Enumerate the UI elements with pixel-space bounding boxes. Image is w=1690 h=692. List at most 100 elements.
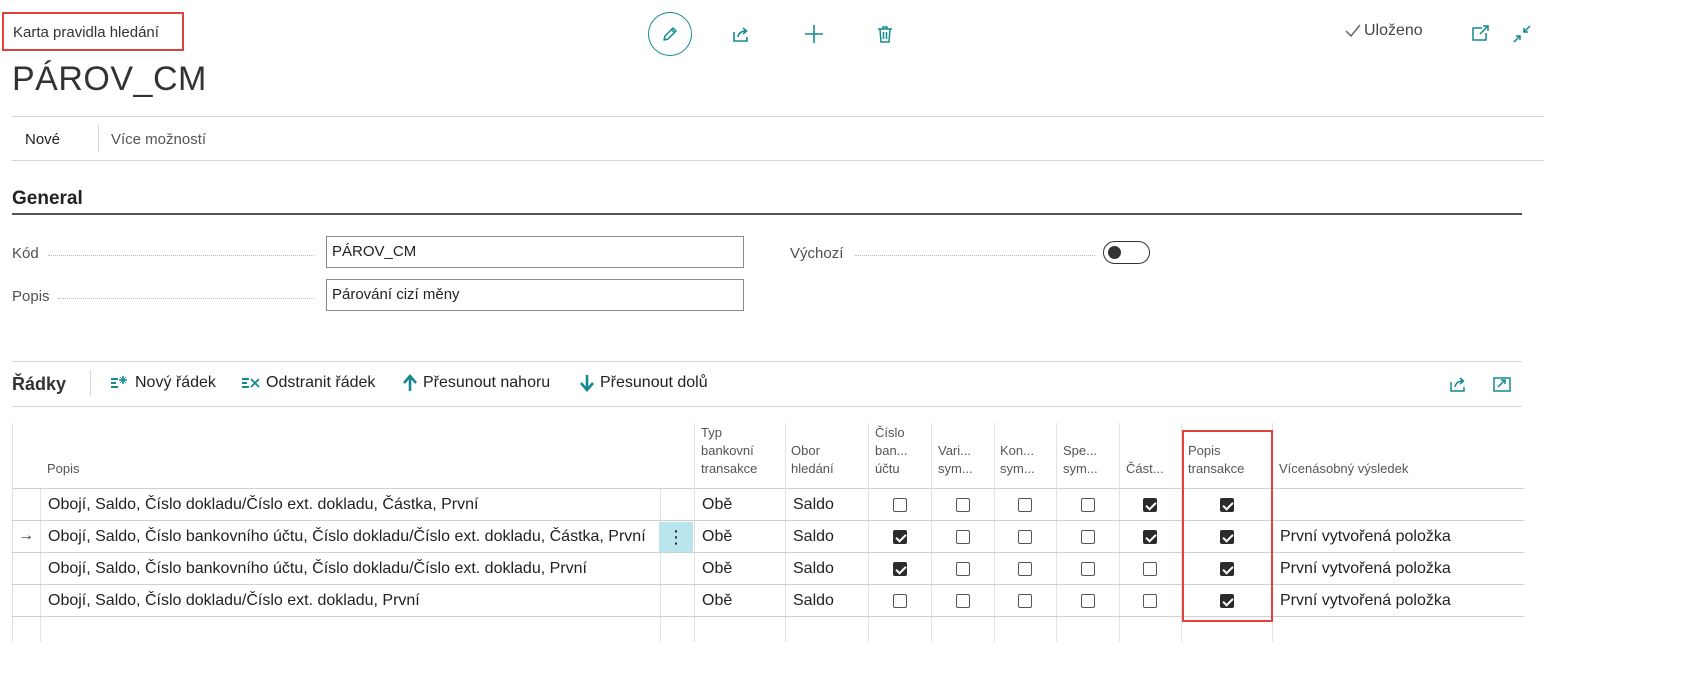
- popis-leader-dots: [58, 298, 314, 299]
- cell-vicenasobny[interactable]: První vytvořená položka: [1280, 528, 1451, 546]
- cell-popis[interactable]: Obojí, Saldo, Číslo dokladu/Číslo ext. d…: [48, 496, 478, 514]
- checkbox-vari[interactable]: [956, 530, 970, 544]
- cell-obor[interactable]: Saldo: [793, 528, 834, 546]
- col-header-popis[interactable]: Popis: [47, 460, 80, 478]
- delete-line-button[interactable]: Odstranit řádek: [241, 374, 375, 392]
- more-options-action[interactable]: Více možností: [111, 131, 206, 148]
- page-title: PÁROV_CM: [12, 60, 207, 98]
- vychozi-label: Výchozí: [790, 245, 844, 262]
- checkbox-castka[interactable]: [1143, 498, 1157, 512]
- general-section-line: [12, 213, 1522, 215]
- checkbox-cislo-uctu[interactable]: [893, 562, 907, 576]
- open-new-window-button[interactable]: [1468, 22, 1492, 46]
- checkbox-kon[interactable]: [1018, 498, 1032, 512]
- header-line: Kon...: [1000, 443, 1034, 458]
- checkbox-kon[interactable]: [1018, 562, 1032, 576]
- checkbox-spe[interactable]: [1081, 594, 1095, 608]
- header-text: Popis: [47, 461, 80, 476]
- table-row-selected[interactable]: → Obojí, Saldo, Číslo bankovního účtu, Č…: [12, 521, 1524, 553]
- edit-button[interactable]: [648, 12, 692, 56]
- lines-bottom-rule: [12, 406, 1522, 407]
- cell-typ[interactable]: Obě: [702, 496, 732, 514]
- header-line: transakce: [701, 461, 758, 476]
- lines-toolbar: Řádky Nový řádek Odstranit řádek Přesuno…: [12, 362, 1522, 406]
- header-line: účtu: [875, 461, 900, 476]
- checkbox-spe[interactable]: [1081, 562, 1095, 576]
- toggle-knob: [1108, 246, 1121, 259]
- checkbox-vari[interactable]: [956, 594, 970, 608]
- popis-label: Popis: [12, 288, 50, 305]
- open-new-window-icon: [1472, 25, 1489, 41]
- cell-vicenasobny[interactable]: První vytvořená položka: [1280, 592, 1451, 610]
- lines-title[interactable]: Řádky: [12, 374, 66, 395]
- cell-vicenasobny[interactable]: První vytvořená položka: [1280, 560, 1451, 578]
- header-line: Obor: [791, 443, 820, 458]
- table-row[interactable]: Obojí, Saldo, Číslo bankovního účtu, Čís…: [12, 553, 1524, 585]
- checkbox-castka[interactable]: [1143, 594, 1157, 608]
- checkbox-kon[interactable]: [1018, 530, 1032, 544]
- new-line-icon: [111, 376, 127, 388]
- col-header-vicenasobny[interactable]: Vícenásobný výsledek: [1279, 460, 1408, 478]
- col-header-cislo-uctu[interactable]: Číslo ban... účtu: [875, 424, 908, 478]
- action-bar-separator: [98, 125, 99, 151]
- cell-popis[interactable]: Obojí, Saldo, Číslo bankovního účtu, Čís…: [48, 560, 587, 578]
- grid-header: Popis Typ bankovní transakce Obor hledán…: [12, 423, 1524, 489]
- cell-popis[interactable]: Obojí, Saldo, Číslo dokladu/Číslo ext. d…: [48, 592, 420, 610]
- check-icon: [1345, 24, 1361, 38]
- checkbox-castka[interactable]: [1143, 530, 1157, 544]
- header-line: Typ: [701, 425, 722, 440]
- col-header-typ[interactable]: Typ bankovní transakce: [701, 424, 757, 478]
- share-button[interactable]: [729, 22, 753, 46]
- header-line: sym...: [1063, 461, 1098, 476]
- row-actions-button[interactable]: ⋮: [659, 522, 693, 552]
- collapse-icon: [1513, 25, 1531, 43]
- current-row-arrow-icon: →: [18, 527, 34, 544]
- lines-share-button[interactable]: [1448, 374, 1468, 394]
- vychozi-leader-dots: [855, 255, 1095, 256]
- add-button[interactable]: [802, 22, 826, 46]
- cell-typ[interactable]: Obě: [702, 560, 732, 578]
- col-header-spe[interactable]: Spe... sym...: [1063, 442, 1098, 478]
- header-line: Vari...: [938, 443, 971, 458]
- lines-expand-button[interactable]: [1492, 374, 1512, 394]
- checkbox-vari[interactable]: [956, 498, 970, 512]
- checkbox-cislo-uctu[interactable]: [893, 530, 907, 544]
- popis-field[interactable]: Párování cizí měny: [326, 279, 744, 311]
- checkbox-spe[interactable]: [1081, 530, 1095, 544]
- checkbox-spe[interactable]: [1081, 498, 1095, 512]
- cell-obor[interactable]: Saldo: [793, 592, 834, 610]
- cell-obor[interactable]: Saldo: [793, 560, 834, 578]
- move-down-label: Přesunout dolů: [600, 374, 708, 391]
- new-line-button[interactable]: Nový řádek: [110, 374, 216, 392]
- checkbox-vari[interactable]: [956, 562, 970, 576]
- header-line: sym...: [1000, 461, 1035, 476]
- cell-popis[interactable]: Obojí, Saldo, Číslo bankovního účtu, Čís…: [48, 528, 646, 546]
- move-down-button[interactable]: Přesunout dolů: [579, 374, 708, 392]
- kod-field[interactable]: PÁROV_CM: [326, 236, 744, 268]
- checkbox-cislo-uctu[interactable]: [893, 594, 907, 608]
- cell-typ[interactable]: Obě: [702, 528, 732, 546]
- table-row[interactable]: Obojí, Saldo, Číslo dokladu/Číslo ext. d…: [12, 585, 1524, 617]
- vychozi-toggle[interactable]: [1103, 241, 1150, 264]
- general-section-title[interactable]: General: [12, 188, 83, 210]
- checkbox-castka[interactable]: [1143, 562, 1157, 576]
- delete-button[interactable]: [873, 22, 897, 46]
- table-row[interactable]: Obojí, Saldo, Číslo dokladu/Číslo ext. d…: [12, 489, 1524, 521]
- cell-typ[interactable]: Obě: [702, 592, 732, 610]
- lines-toolbar-separator: [90, 370, 91, 396]
- kod-label: Kód: [12, 245, 39, 262]
- header-line: sym...: [938, 461, 973, 476]
- move-up-label: Přesunout nahoru: [423, 374, 551, 391]
- new-action[interactable]: Nové: [25, 131, 60, 148]
- col-header-obor[interactable]: Obor hledání: [791, 442, 834, 478]
- header-line: Číslo: [875, 425, 905, 440]
- checkbox-cislo-uctu[interactable]: [893, 498, 907, 512]
- header-text: Část...: [1126, 461, 1164, 476]
- cell-obor[interactable]: Saldo: [793, 496, 834, 514]
- col-header-castka[interactable]: Část...: [1126, 460, 1164, 478]
- collapse-button[interactable]: [1510, 22, 1534, 46]
- move-up-button[interactable]: Přesunout nahoru: [402, 374, 550, 392]
- checkbox-kon[interactable]: [1018, 594, 1032, 608]
- col-header-kon[interactable]: Kon... sym...: [1000, 442, 1035, 478]
- col-header-vari[interactable]: Vari... sym...: [938, 442, 973, 478]
